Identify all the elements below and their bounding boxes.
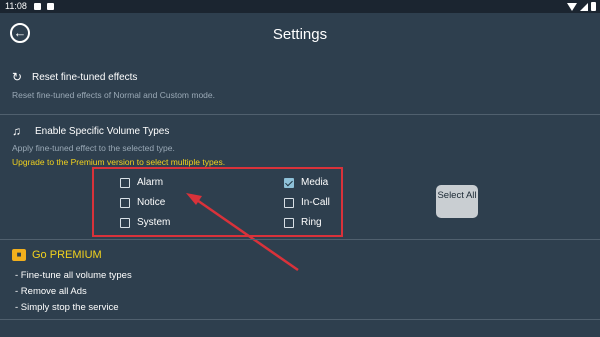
go-premium-row[interactable]: ■ Go PREMIUM <box>12 249 102 261</box>
divider <box>0 319 600 320</box>
premium-feature: - Fine-tune all volume types <box>15 270 132 281</box>
divider <box>0 239 600 240</box>
premium-title: Go PREMIUM <box>32 249 102 261</box>
premium-feature: - Simply stop the service <box>15 302 119 313</box>
shopping-cart-icon: ■ <box>12 249 26 261</box>
premium-feature: - Remove all Ads <box>15 286 87 297</box>
premium-features: - Fine-tune all volume types - Remove al… <box>15 268 132 316</box>
